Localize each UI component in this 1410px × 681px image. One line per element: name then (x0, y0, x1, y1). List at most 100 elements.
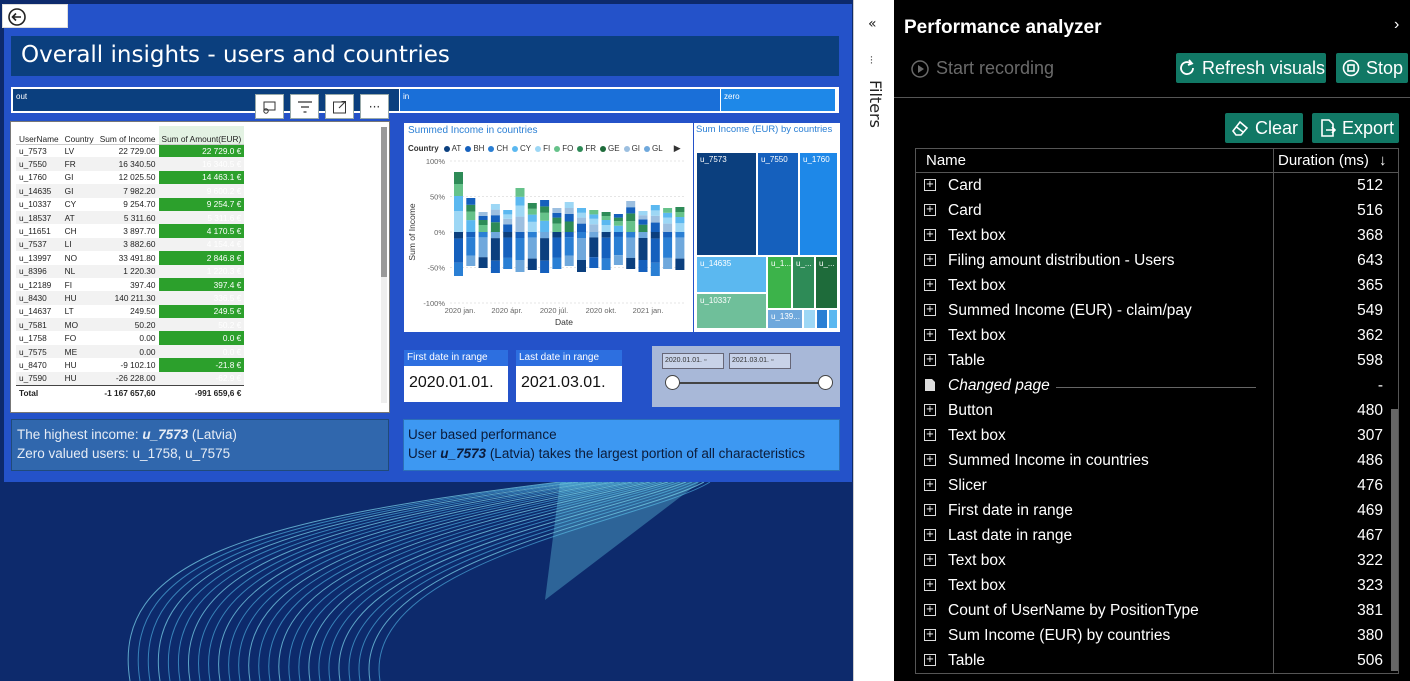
bar-segment[interactable] (613, 236, 623, 256)
expand-plus-icon[interactable]: + (924, 304, 936, 316)
treemap-tile[interactable]: u_... (792, 256, 815, 309)
bar-segment[interactable] (564, 208, 574, 214)
more-options-button[interactable]: ··· (360, 94, 389, 119)
bar-segment[interactable] (626, 221, 636, 232)
table-visual[interactable]: UserName Country Sum of Income Sum of Amoun… (10, 121, 390, 413)
export-button[interactable]: Export (1312, 113, 1399, 143)
performance-row[interactable]: + Table 506 (916, 649, 1398, 673)
stop-button[interactable]: Stop (1336, 53, 1408, 83)
bar-segment[interactable] (503, 224, 513, 232)
bar-segment[interactable] (601, 258, 611, 270)
bar-segment[interactable] (478, 237, 488, 258)
segment-in[interactable]: in (400, 89, 720, 111)
treemap-tile[interactable]: u_139... (767, 309, 803, 329)
bar-segment[interactable] (663, 212, 673, 218)
bar-segment[interactable] (454, 238, 463, 263)
expand-button[interactable] (325, 94, 354, 119)
bar-segment[interactable] (675, 237, 685, 259)
performance-row[interactable]: + Text box 307 (916, 424, 1398, 449)
expand-plus-icon[interactable]: + (924, 254, 936, 266)
slicer-start-input[interactable]: 2020.01.01. ▫ (662, 353, 724, 369)
bar-segment[interactable] (650, 210, 660, 216)
performance-row[interactable]: + Card 512 (916, 174, 1398, 199)
expand-plus-icon[interactable]: + (924, 654, 936, 666)
bar-segment[interactable] (638, 219, 648, 225)
bar-segment[interactable] (527, 237, 537, 259)
bar-segment[interactable] (552, 208, 562, 213)
table-row[interactable]: u_8396 NL 1 220.30 1 220.3 € (16, 264, 245, 278)
bar-segment[interactable] (577, 260, 586, 272)
table-column-header[interactable]: UserName (16, 126, 62, 145)
expand-plus-icon[interactable]: + (924, 529, 936, 541)
bar-segment[interactable] (527, 221, 537, 232)
bar-segment[interactable] (650, 215, 660, 223)
bar-segment[interactable] (613, 214, 623, 218)
expand-plus-icon[interactable]: + (924, 604, 936, 616)
bar-segment[interactable] (663, 257, 673, 269)
bar-segment[interactable] (466, 220, 476, 232)
back-button[interactable] (2, 4, 68, 28)
bar-segment[interactable] (503, 214, 513, 219)
performance-row[interactable]: + Count of UserName by PositionType 381 (916, 599, 1398, 624)
bar-segment[interactable] (564, 237, 574, 256)
table-row[interactable]: u_12189 FI 397.40 397.4 € (16, 277, 245, 292)
name-column-header[interactable]: Name (926, 152, 966, 169)
bar-segment[interactable] (613, 221, 623, 226)
bar-segment[interactable] (577, 232, 586, 238)
bar-segment[interactable] (675, 212, 685, 217)
bar-segment[interactable] (675, 217, 685, 224)
bar-segment[interactable] (515, 232, 525, 238)
bar-segment[interactable] (466, 232, 476, 238)
bar-segment[interactable] (490, 222, 500, 232)
bar-segment[interactable] (626, 237, 636, 258)
expand-plus-icon[interactable]: + (924, 229, 936, 241)
bar-segment[interactable] (663, 223, 673, 232)
bar-segment[interactable] (601, 220, 611, 225)
bar-segment[interactable] (613, 232, 623, 237)
table-row[interactable]: u_14637 LT 249.50 249.5 € (16, 304, 245, 319)
bar-segment[interactable] (454, 211, 463, 232)
performance-row[interactable]: + Last date in range 467 (916, 524, 1398, 549)
performance-row[interactable]: + Filing amount distribution - Users 643 (916, 249, 1398, 274)
bar-segment[interactable] (675, 232, 685, 238)
table-column-header[interactable]: Sum of Amount(EUR) (158, 126, 245, 145)
table-row[interactable]: u_7581 MO 50.20 50.2 € (16, 318, 245, 332)
table-column-header[interactable]: Sum of Income (96, 126, 159, 145)
bar-segment[interactable] (564, 221, 574, 233)
bar-segment[interactable] (515, 205, 525, 217)
bar-segment[interactable] (601, 237, 611, 259)
bar-segment[interactable] (601, 225, 611, 232)
bar-segment[interactable] (515, 238, 525, 260)
treemap-tile[interactable]: u_... (815, 256, 838, 309)
segment-zero[interactable]: zero (721, 89, 835, 111)
expand-plus-icon[interactable]: + (924, 179, 936, 191)
bar-segment[interactable] (577, 208, 586, 213)
start-recording-button[interactable]: Start recording (910, 58, 1054, 79)
performance-row[interactable]: + Text box 365 (916, 274, 1398, 299)
bar-segment[interactable] (552, 212, 562, 218)
bar-segment[interactable] (589, 232, 599, 238)
bar-segment[interactable] (466, 255, 476, 266)
bar-segment[interactable] (454, 232, 463, 239)
bar-segment[interactable] (540, 206, 550, 213)
bar-segment[interactable] (466, 237, 476, 256)
legend-item[interactable]: CH (488, 144, 508, 153)
bar-segment[interactable] (564, 214, 574, 222)
bar-segment[interactable] (540, 260, 550, 273)
filters-label[interactable]: Filters (861, 80, 885, 140)
treemap-tile-small[interactable] (816, 309, 828, 329)
treemap-tile[interactable]: u_1760 (799, 152, 838, 256)
bar-segment[interactable] (515, 196, 525, 206)
table-scrollbar-thumb[interactable] (381, 127, 387, 277)
bar-segment[interactable] (454, 196, 463, 211)
bar-segment[interactable] (490, 215, 500, 223)
bar-segment[interactable] (564, 255, 574, 266)
bar-segment[interactable] (503, 232, 513, 238)
performance-row[interactable]: + Table 598 (916, 349, 1398, 374)
bar-segment[interactable] (663, 208, 673, 213)
bar-segment[interactable] (638, 224, 648, 232)
bar-segment[interactable] (478, 225, 488, 232)
bar-segment[interactable] (478, 232, 488, 238)
clear-button[interactable]: Clear (1225, 113, 1303, 143)
bar-segment[interactable] (650, 238, 660, 263)
